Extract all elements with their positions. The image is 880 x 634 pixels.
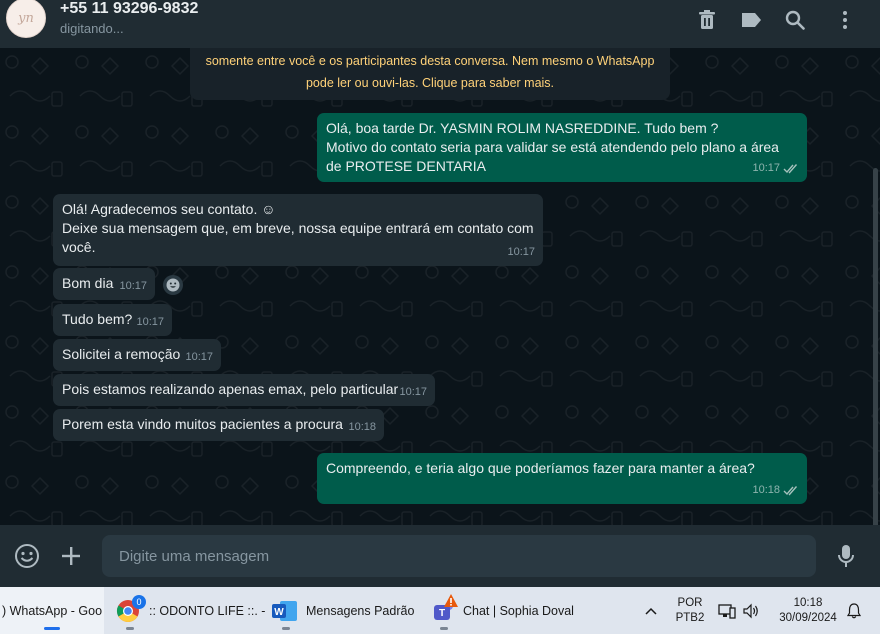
message-timestamp: 10:17 <box>185 348 213 367</box>
active-indicator <box>282 627 290 630</box>
message-time: 10:17 <box>507 246 535 258</box>
message-text: Pois estamos realizando apenas emax, pel… <box>62 381 399 397</box>
clock-date: 30/09/2024 <box>779 611 837 624</box>
clock-time: 10:18 <box>793 596 823 609</box>
taskbar-item-label: Mensagens Padrão <box>306 603 415 618</box>
message-text-line: de PROTESE DENTARIA <box>326 158 487 174</box>
svg-text:W: W <box>274 607 284 618</box>
taskbar-item-label: ) WhatsApp - Goo <box>2 603 103 618</box>
taskbar-item-label: :: ODONTO LIFE ::. - <box>149 603 266 618</box>
more-vert-icon[interactable] <box>833 8 857 32</box>
show-hidden-icons-button[interactable] <box>640 587 662 634</box>
message-time: 10:17 <box>185 351 213 363</box>
keyboard-layout: PTB2 <box>675 611 705 624</box>
encryption-notice[interactable]: somente entre você e os participantes de… <box>190 48 670 100</box>
label-icon[interactable] <box>739 8 763 32</box>
message-text-line: Olá! Agradecemos seu contato. ☺ <box>62 201 276 217</box>
contact-avatar[interactable]: yn <box>6 0 46 38</box>
mic-icon[interactable] <box>832 542 860 570</box>
contact-name[interactable]: +55 11 93296-9832 <box>60 0 198 18</box>
chat-header: yn +55 11 93296-9832 digitando... <box>0 0 880 48</box>
message-text-line: Olá, boa tarde Dr. YASMIN ROLIM NASREDDI… <box>326 120 719 136</box>
emoji-face-icon <box>166 278 180 292</box>
incoming-message[interactable]: Solicitei a remoção 10:17 <box>53 339 221 371</box>
plus-icon[interactable] <box>57 542 85 570</box>
message-time: 10:17 <box>399 386 427 398</box>
taskbar-item-whatsapp[interactable]: ) WhatsApp - Goo <box>0 587 104 634</box>
network-icon[interactable] <box>716 587 738 634</box>
contact-status: digitando... <box>60 21 124 36</box>
message-timestamp: 10:17 <box>136 313 164 332</box>
taskbar-item-word[interactable]: W Mensagens Padrão <box>272 587 416 634</box>
message-text: Porem esta vindo muitos pacientes a proc… <box>62 416 343 432</box>
taskbar-item-teams[interactable]: T Chat | Sophia Doval <box>430 587 580 634</box>
chat-scrollbar[interactable] <box>873 168 878 525</box>
message-time: 10:17 <box>752 162 780 174</box>
message-timestamp: 10:18 <box>752 481 799 500</box>
emoji-icon[interactable] <box>13 542 41 570</box>
message-timestamp: 10:17 <box>507 243 535 262</box>
message-text: Compreendo, e teria algo que poderíamos … <box>326 460 755 476</box>
message-timestamp: 10:17 <box>752 159 799 178</box>
encryption-notice-line2: pode ler ou ouvi-las. Clique para saber … <box>305 76 555 90</box>
language-indicator[interactable]: POR PTB2 <box>670 587 710 634</box>
incoming-message[interactable]: Bom dia 10:17 <box>53 268 155 300</box>
warning-icon <box>444 594 458 607</box>
notification-bell-icon[interactable] <box>844 587 864 634</box>
message-timestamp: 10:18 <box>348 418 376 437</box>
message-timestamp: 10:17 <box>119 277 147 296</box>
incoming-message[interactable]: Porem esta vindo muitos pacientes a proc… <box>53 409 384 441</box>
active-indicator <box>44 627 60 630</box>
double-check-icon <box>783 164 798 174</box>
notification-badge: 0 <box>132 595 146 609</box>
reaction-emoji-button[interactable] <box>163 275 183 295</box>
incoming-message[interactable]: Tudo bem? 10:17 <box>53 304 172 336</box>
incoming-message[interactable]: Olá! Agradecemos seu contato. ☺ Deixe su… <box>53 194 543 266</box>
message-input[interactable] <box>102 535 816 577</box>
active-indicator <box>126 627 134 630</box>
taskbar-item-label: Chat | Sophia Doval <box>463 603 574 618</box>
trash-icon[interactable] <box>695 8 719 32</box>
message-timestamp: 10:17 <box>399 383 427 402</box>
incoming-message[interactable]: Pois estamos realizando apenas emax, pel… <box>53 374 435 406</box>
message-time: 10:18 <box>752 484 780 496</box>
message-text-line: Motivo do contato seria para validar se … <box>326 139 779 155</box>
message-time: 10:17 <box>136 316 164 328</box>
active-indicator <box>440 627 448 630</box>
compose-bar <box>0 525 880 587</box>
clock[interactable]: 10:18 30/09/2024 <box>772 587 844 634</box>
volume-icon[interactable] <box>740 587 762 634</box>
language-code: POR <box>677 596 703 609</box>
taskbar-item-odonto-life[interactable]: 0 :: ODONTO LIFE ::. - <box>116 587 268 634</box>
message-time: 10:18 <box>348 421 376 433</box>
search-icon[interactable] <box>783 8 807 32</box>
message-time: 10:17 <box>119 280 147 292</box>
encryption-notice-line1: somente entre você e os participantes de… <box>205 54 655 68</box>
message-list: somente entre você e os participantes de… <box>0 48 880 525</box>
svg-text:T: T <box>439 608 445 619</box>
double-check-icon <box>783 486 798 496</box>
outgoing-message[interactable]: Olá, boa tarde Dr. YASMIN ROLIM NASREDDI… <box>317 113 807 182</box>
chevron-up-icon <box>645 607 657 615</box>
word-icon: W <box>272 600 297 621</box>
message-text-line: Deixe sua mensagem que, em breve, nossa … <box>62 220 534 236</box>
message-text-line: você. <box>62 239 96 255</box>
windows-taskbar: ) WhatsApp - Goo 0 :: ODONTO LIFE ::. - … <box>0 587 880 634</box>
outgoing-message[interactable]: Compreendo, e teria algo que poderíamos … <box>317 453 807 504</box>
